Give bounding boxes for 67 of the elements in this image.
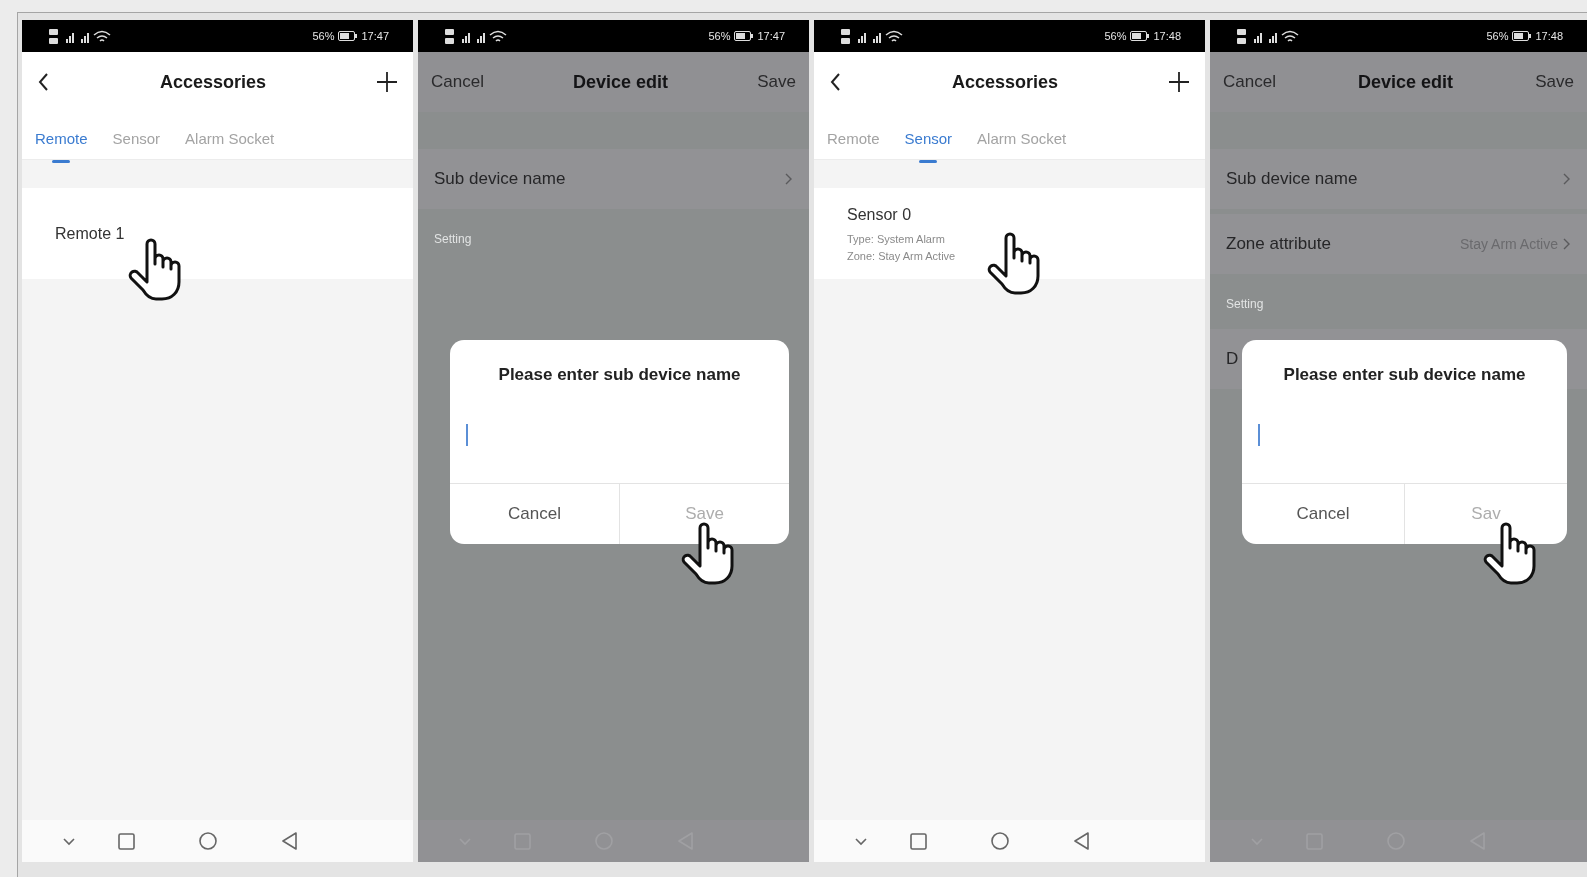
settings-row[interactable]: Sub device name [418,149,809,209]
battery-icon [1130,31,1150,41]
chevron-down-icon[interactable] [854,836,868,846]
device-name: Sensor 0 [847,204,913,225]
battery-icon [338,31,358,41]
cancel-button[interactable]: Cancel [1223,69,1276,95]
row-label: Sub device name [1226,168,1358,191]
row-label: Sub device name [434,168,566,191]
section-label: Setting [434,231,472,248]
settings-row[interactable]: Sub device name [1210,149,1587,209]
dialog-title: Please enter sub device name [1282,364,1527,386]
device-name: Remote 1 [55,223,126,244]
device-list-item[interactable]: Sensor 0 Type: System Alarm Zone: Stay Arm Active [814,188,1205,279]
battery-percent: 56% [1104,28,1127,44]
chevron-down-icon[interactable] [62,836,76,846]
section-label: Setting [1226,296,1264,313]
recent-apps-icon[interactable] [910,832,927,850]
save-button[interactable]: Save [757,69,796,95]
clock-time: 17:47 [757,28,785,44]
tab[interactable]: Alarm Socket [185,112,275,165]
home-icon[interactable] [991,832,1009,850]
device-list-item[interactable]: Remote 1 [22,188,413,279]
tab[interactable]: Alarm Socket [977,112,1067,165]
tab[interactable]: Remote [827,112,880,165]
tab-indicator [919,159,938,163]
battery-icon [734,31,754,41]
tab[interactable]: Sensor [112,112,161,165]
signal-icons [840,27,904,45]
signal-icons [48,27,112,45]
device-detail: Zone: Stay Arm Active [847,249,957,264]
battery-icon [1512,31,1532,41]
back-triangle-icon[interactable] [1073,832,1090,850]
dialog-button[interactable]: Cancel [1242,483,1404,544]
signal-icons [1236,27,1300,45]
signal-icons [444,27,508,45]
device-detail: Type: System Alarm [847,231,946,247]
screen-title: Accessories [951,70,1059,94]
clock-time: 17:47 [361,28,389,44]
battery-percent: 56% [708,28,731,44]
text-caret [466,424,468,446]
screen-title: Device edit [573,70,669,94]
clock-time: 17:48 [1535,28,1563,44]
dialog-button[interactable]: Cancel [450,483,619,544]
tab-indicator [52,159,71,163]
recent-apps-icon[interactable] [118,832,135,850]
home-icon[interactable] [199,832,217,850]
back-icon[interactable] [830,73,841,91]
clock-time: 17:48 [1153,28,1181,44]
add-icon[interactable] [1169,72,1189,92]
row-label: Zone attribute [1226,233,1331,256]
add-icon[interactable] [377,72,397,92]
hand-cursor-icon [986,230,1042,296]
back-triangle-icon[interactable] [281,832,298,850]
chevron-right-icon [784,173,793,185]
battery-percent: 56% [1486,28,1509,44]
save-button[interactable]: Save [1535,69,1574,95]
screen-title: Device edit [1358,70,1454,94]
row-label: D [1226,348,1239,371]
dialog-title: Please enter sub device name [497,364,742,386]
cancel-button[interactable]: Cancel [431,69,484,95]
chevron-right-icon [1562,238,1571,250]
hand-cursor-icon [127,236,183,302]
chevron-right-icon [1562,173,1571,185]
battery-percent: 56% [312,28,335,44]
screen-title: Accessories [159,70,267,94]
text-caret [1258,424,1260,446]
back-icon[interactable] [38,73,49,91]
